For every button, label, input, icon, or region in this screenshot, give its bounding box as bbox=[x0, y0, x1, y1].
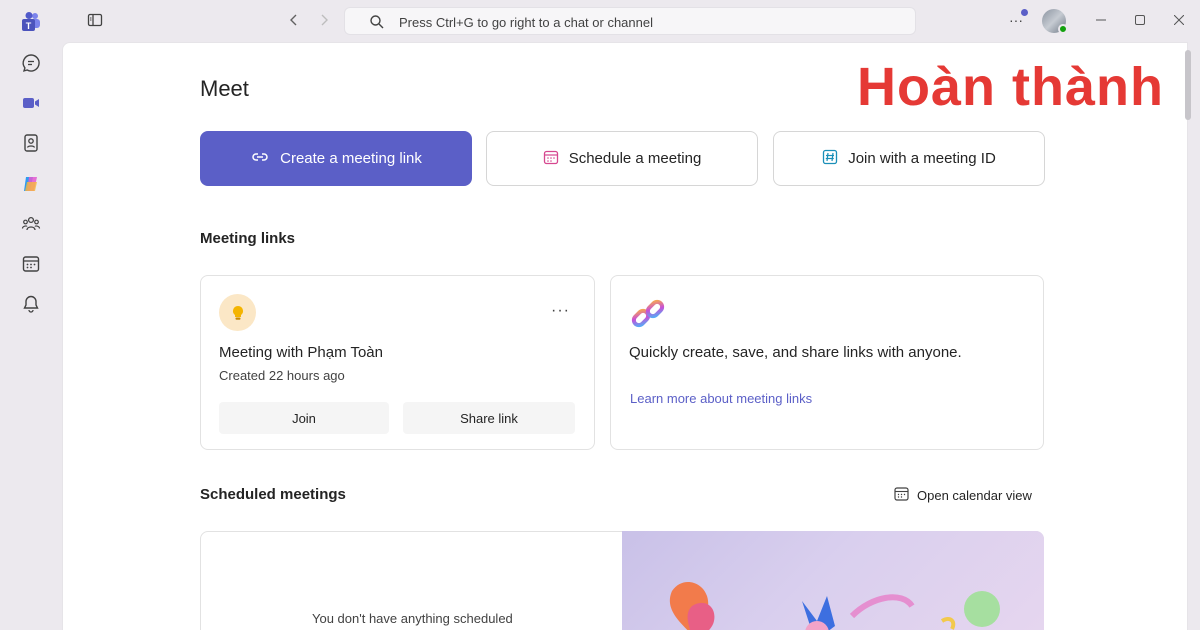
presence-available-icon bbox=[1058, 24, 1068, 34]
share-link-button[interactable]: Share link bbox=[403, 402, 575, 434]
card-more-button[interactable]: ··· bbox=[551, 302, 570, 320]
join-meeting-id-button[interactable]: Join with a meeting ID bbox=[773, 131, 1045, 186]
open-calendar-view-label: Open calendar view bbox=[917, 487, 1032, 503]
calendar-pink-icon bbox=[543, 149, 559, 169]
meeting-name: Meeting with Phạm Toàn bbox=[219, 344, 383, 361]
meeting-links-heading: Meeting links bbox=[200, 230, 296, 247]
lightbulb-icon bbox=[219, 294, 256, 331]
scrollbar[interactable] bbox=[1185, 50, 1191, 120]
join-button[interactable]: Join bbox=[219, 402, 389, 434]
scheduled-meetings-heading: Scheduled meetings bbox=[200, 486, 346, 503]
open-calendar-view-button[interactable]: Open calendar view bbox=[894, 486, 1032, 504]
overlay-caption: Hoàn thành bbox=[857, 57, 1164, 117]
notification-dot bbox=[1021, 9, 1028, 16]
page-title: Meet bbox=[200, 76, 249, 101]
meeting-created-time: Created 22 hours ago bbox=[219, 368, 345, 383]
maximize-icon[interactable] bbox=[1132, 12, 1148, 28]
link-icon bbox=[250, 147, 270, 171]
calendar-icon[interactable] bbox=[19, 252, 43, 276]
svg-text:T: T bbox=[26, 21, 32, 31]
schedule-meeting-button[interactable]: Schedule a meeting bbox=[486, 131, 758, 186]
sidebar-toggle-icon[interactable] bbox=[83, 8, 107, 32]
learn-more-link[interactable]: Learn more about meeting links bbox=[630, 391, 812, 406]
search-placeholder: Press Ctrl+G to go right to a chat or ch… bbox=[399, 15, 653, 30]
back-arrow-icon[interactable] bbox=[282, 8, 306, 32]
empty-schedule-text: You don't have anything scheduled bbox=[312, 611, 513, 626]
chain-link-icon bbox=[630, 296, 668, 339]
join-meeting-id-label: Join with a meeting ID bbox=[848, 150, 996, 167]
search-icon bbox=[369, 14, 385, 30]
scheduled-illustration bbox=[622, 531, 1044, 630]
minimize-icon[interactable] bbox=[1093, 12, 1109, 28]
meet-video-icon[interactable] bbox=[19, 91, 43, 115]
communities-icon[interactable] bbox=[19, 212, 43, 236]
teams-logo-icon[interactable]: T bbox=[19, 10, 43, 34]
contacts-icon[interactable] bbox=[19, 131, 43, 155]
app-rail: T bbox=[0, 0, 62, 630]
copilot-icon[interactable] bbox=[19, 172, 43, 196]
hashtag-icon bbox=[822, 149, 838, 169]
chat-icon[interactable] bbox=[19, 51, 43, 75]
promo-text: Quickly create, save, and share links wi… bbox=[629, 344, 962, 361]
meeting-links-promo-card bbox=[610, 275, 1044, 450]
search-bar[interactable]: Press Ctrl+G to go right to a chat or ch… bbox=[344, 7, 916, 35]
close-icon[interactable] bbox=[1171, 12, 1187, 28]
bell-icon[interactable] bbox=[19, 292, 43, 316]
create-meeting-link-button[interactable]: Create a meeting link bbox=[200, 131, 472, 186]
schedule-meeting-label: Schedule a meeting bbox=[568, 150, 702, 167]
create-meeting-link-label: Create a meeting link bbox=[280, 150, 422, 167]
calendar-small-icon bbox=[894, 486, 909, 504]
forward-arrow-icon[interactable] bbox=[312, 8, 336, 32]
